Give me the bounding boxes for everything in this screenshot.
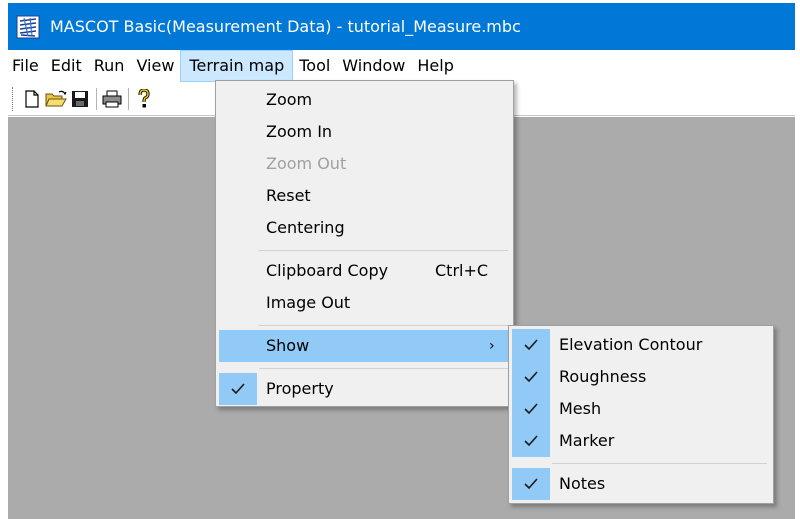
menu-file[interactable]: File <box>8 50 45 82</box>
menu-item-label: Marker <box>559 431 615 450</box>
terrain-map-menu: Zoom Zoom In Zoom Out Reset Centering Cl… <box>215 80 514 407</box>
checkmark-icon <box>512 468 550 500</box>
menu-item-zoom-out[interactable]: Zoom Out <box>219 148 510 180</box>
menu-item-label: Centering <box>266 218 345 237</box>
menu-item-label: Clipboard Copy <box>266 261 389 280</box>
checkmark-icon <box>512 425 550 457</box>
submenu-item-marker[interactable]: Marker <box>512 425 770 457</box>
submenu-item-notes[interactable]: Notes <box>512 468 770 500</box>
menu-item-show[interactable]: Show › <box>219 330 510 362</box>
menu-item-zoom[interactable]: Zoom <box>219 84 510 116</box>
shortcut-label: Ctrl+C <box>435 261 489 280</box>
window-title: MASCOT Basic(Measurement Data) - tutoria… <box>50 17 521 36</box>
menu-separator <box>259 325 508 326</box>
menu-item-label: Zoom <box>266 90 313 109</box>
menu-item-image-out[interactable]: Image Out <box>219 287 510 319</box>
print-button[interactable] <box>101 87 123 111</box>
menu-separator <box>552 463 767 464</box>
show-submenu: Elevation Contour Roughness Mesh Marker … <box>508 325 774 504</box>
new-icon <box>25 89 39 108</box>
menu-bar: File Edit Run View Terrain map Tool Wind… <box>8 50 795 82</box>
menu-item-centering[interactable]: Centering <box>219 212 510 244</box>
menu-separator <box>259 250 508 251</box>
save-icon <box>72 90 88 107</box>
menu-item-label: Zoom Out <box>266 154 347 173</box>
checkmark-icon <box>512 361 550 393</box>
open-icon <box>45 90 67 106</box>
title-bar[interactable]: MASCOT Basic(Measurement Data) - tutoria… <box>8 3 795 50</box>
menu-tool[interactable]: Tool <box>293 50 336 82</box>
new-button[interactable] <box>21 87 43 111</box>
menu-view[interactable]: View <box>130 50 180 82</box>
menu-run[interactable]: Run <box>88 50 131 82</box>
submenu-item-roughness[interactable]: Roughness <box>512 361 770 393</box>
menu-item-label: Reset <box>266 186 311 205</box>
menu-item-label: Mesh <box>559 399 602 418</box>
toolbar-grip[interactable] <box>12 86 15 111</box>
menu-item-label: Zoom In <box>266 122 333 141</box>
print-icon <box>102 90 122 107</box>
toolbar-separator <box>128 87 129 110</box>
menu-terrain-map[interactable]: Terrain map <box>180 50 294 82</box>
menu-item-label: Show <box>266 336 310 355</box>
menu-item-label: Image Out <box>266 293 351 312</box>
menu-help[interactable]: Help <box>411 50 459 82</box>
menu-item-property[interactable]: Property <box>219 373 510 405</box>
checkmark-icon <box>219 373 257 405</box>
open-button[interactable] <box>45 87 67 111</box>
menu-item-reset[interactable]: Reset <box>219 180 510 212</box>
help-button[interactable] <box>133 87 155 111</box>
menu-separator <box>259 368 508 369</box>
menu-item-zoom-in[interactable]: Zoom In <box>219 116 510 148</box>
menu-item-label: Roughness <box>559 367 647 386</box>
menu-item-clipboard-copy[interactable]: Clipboard Copy Ctrl+C <box>219 255 510 287</box>
help-icon <box>138 88 150 107</box>
menu-item-label: Property <box>266 379 334 398</box>
mascot-app-icon <box>16 15 40 39</box>
menu-window[interactable]: Window <box>336 50 411 82</box>
menu-item-label: Notes <box>559 474 606 493</box>
checkmark-icon <box>512 329 550 361</box>
checkmark-icon <box>512 393 550 425</box>
menu-item-label: Elevation Contour <box>559 335 703 354</box>
menu-edit[interactable]: Edit <box>45 50 88 82</box>
save-button[interactable] <box>69 87 91 111</box>
submenu-item-elevation-contour[interactable]: Elevation Contour <box>512 329 770 361</box>
submenu-arrow-icon: › <box>489 338 495 354</box>
toolbar-separator <box>96 87 97 110</box>
submenu-item-mesh[interactable]: Mesh <box>512 393 770 425</box>
